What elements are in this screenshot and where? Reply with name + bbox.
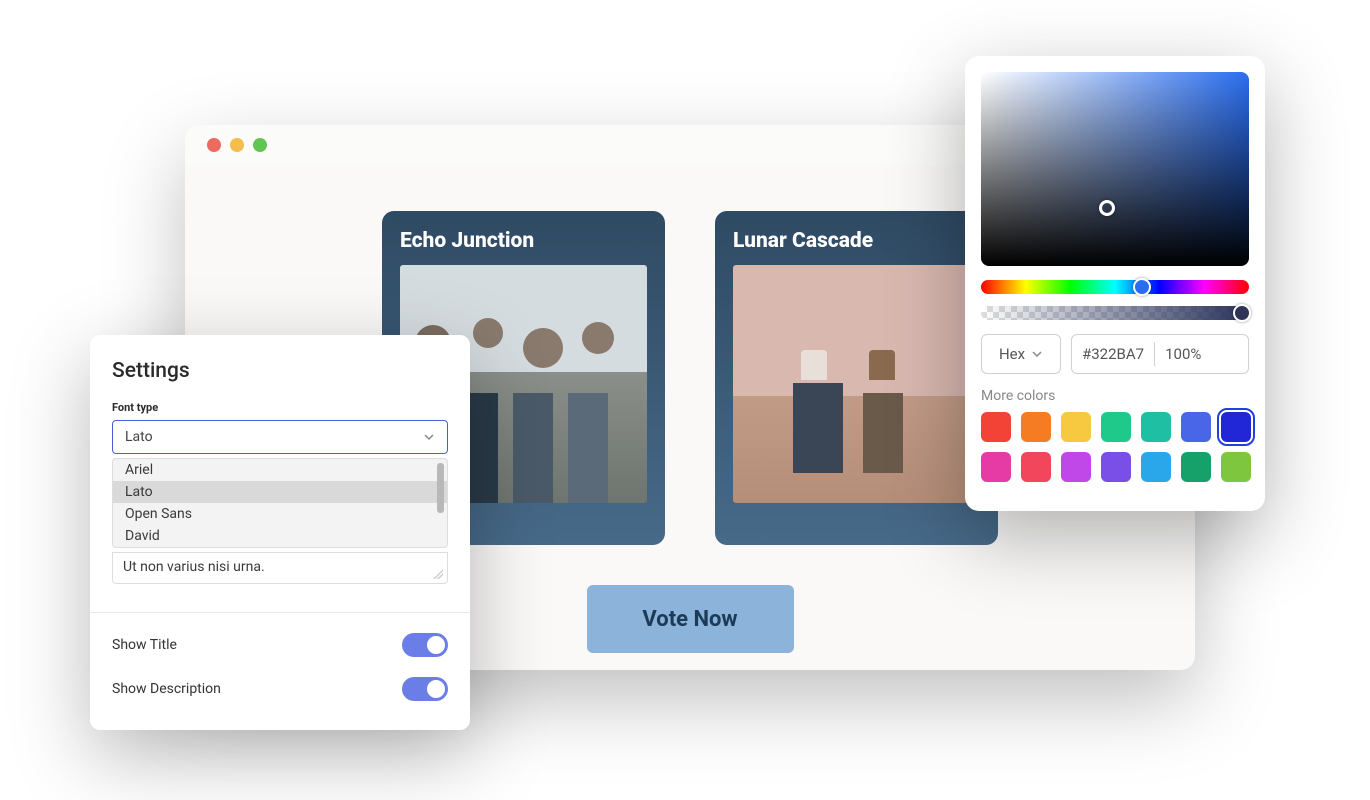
show-title-row: Show Title	[112, 623, 448, 667]
show-title-toggle[interactable]	[402, 633, 448, 657]
color-format-label: Hex	[999, 345, 1025, 363]
window-maximize-button[interactable]	[253, 138, 267, 152]
color-swatch[interactable]	[1141, 452, 1171, 482]
alpha-slider-thumb[interactable]	[1233, 304, 1251, 322]
settings-panel: Settings Font type Lato Ariel Lato Open …	[90, 335, 470, 730]
font-type-label: Font type	[112, 401, 448, 414]
color-swatch[interactable]	[1141, 412, 1171, 442]
chevron-down-icon	[1031, 348, 1043, 360]
color-swatch[interactable]	[1101, 412, 1131, 442]
hue-slider-thumb[interactable]	[1133, 278, 1151, 296]
color-swatch[interactable]	[1221, 452, 1251, 482]
color-picker: Hex #322BA7 100% More colors	[965, 56, 1265, 511]
hex-value: #322BA7	[1082, 345, 1144, 363]
font-select[interactable]: Lato	[112, 420, 448, 454]
font-option[interactable]: Lato	[113, 481, 447, 503]
divider	[1154, 342, 1155, 366]
font-dropdown: Ariel Lato Open Sans David	[112, 458, 448, 548]
window-close-button[interactable]	[207, 138, 221, 152]
font-option[interactable]: David	[113, 525, 447, 547]
vote-button[interactable]: Vote Now	[587, 585, 794, 653]
show-description-toggle[interactable]	[402, 677, 448, 701]
color-swatch[interactable]	[1181, 412, 1211, 442]
color-swatch[interactable]	[1221, 412, 1251, 442]
textarea-value: Ut non varius nisi urna.	[123, 559, 265, 575]
color-swatch[interactable]	[981, 452, 1011, 482]
color-format-select[interactable]: Hex	[981, 334, 1061, 374]
card-image	[733, 265, 980, 503]
poll-card[interactable]: Lunar Cascade	[715, 211, 998, 545]
show-title-label: Show Title	[112, 637, 177, 653]
color-value-input[interactable]: #322BA7 100%	[1071, 334, 1249, 374]
swatches-grid	[981, 412, 1249, 482]
window-minimize-button[interactable]	[230, 138, 244, 152]
color-swatch[interactable]	[1061, 412, 1091, 442]
color-swatch[interactable]	[1101, 452, 1131, 482]
color-swatch[interactable]	[1061, 452, 1091, 482]
card-title: Lunar Cascade	[733, 229, 980, 253]
color-canvas[interactable]	[981, 72, 1249, 266]
hue-slider[interactable]	[981, 280, 1249, 294]
alpha-slider[interactable]	[981, 306, 1249, 320]
color-swatch[interactable]	[1021, 412, 1051, 442]
divider	[90, 612, 470, 613]
color-swatch[interactable]	[1181, 452, 1211, 482]
description-textarea[interactable]: Ut non varius nisi urna.	[112, 552, 448, 584]
show-description-label: Show Description	[112, 681, 221, 697]
color-swatch[interactable]	[981, 412, 1011, 442]
show-description-row: Show Description	[112, 667, 448, 711]
more-colors-label: More colors	[981, 388, 1249, 404]
chevron-down-icon	[423, 431, 435, 443]
font-option[interactable]: Ariel	[113, 459, 447, 481]
color-swatch[interactable]	[1021, 452, 1051, 482]
color-inputs-row: Hex #322BA7 100%	[981, 334, 1249, 374]
font-select-value: Lato	[125, 429, 153, 445]
vote-button-label: Vote Now	[642, 607, 737, 632]
settings-title: Settings	[112, 359, 448, 383]
cards-row: Echo Junction Lunar Cascade	[382, 211, 998, 545]
font-option[interactable]: Open Sans	[113, 503, 447, 525]
alpha-value: 100%	[1165, 345, 1201, 363]
card-title: Echo Junction	[400, 229, 647, 253]
color-canvas-cursor-icon	[1099, 200, 1115, 216]
